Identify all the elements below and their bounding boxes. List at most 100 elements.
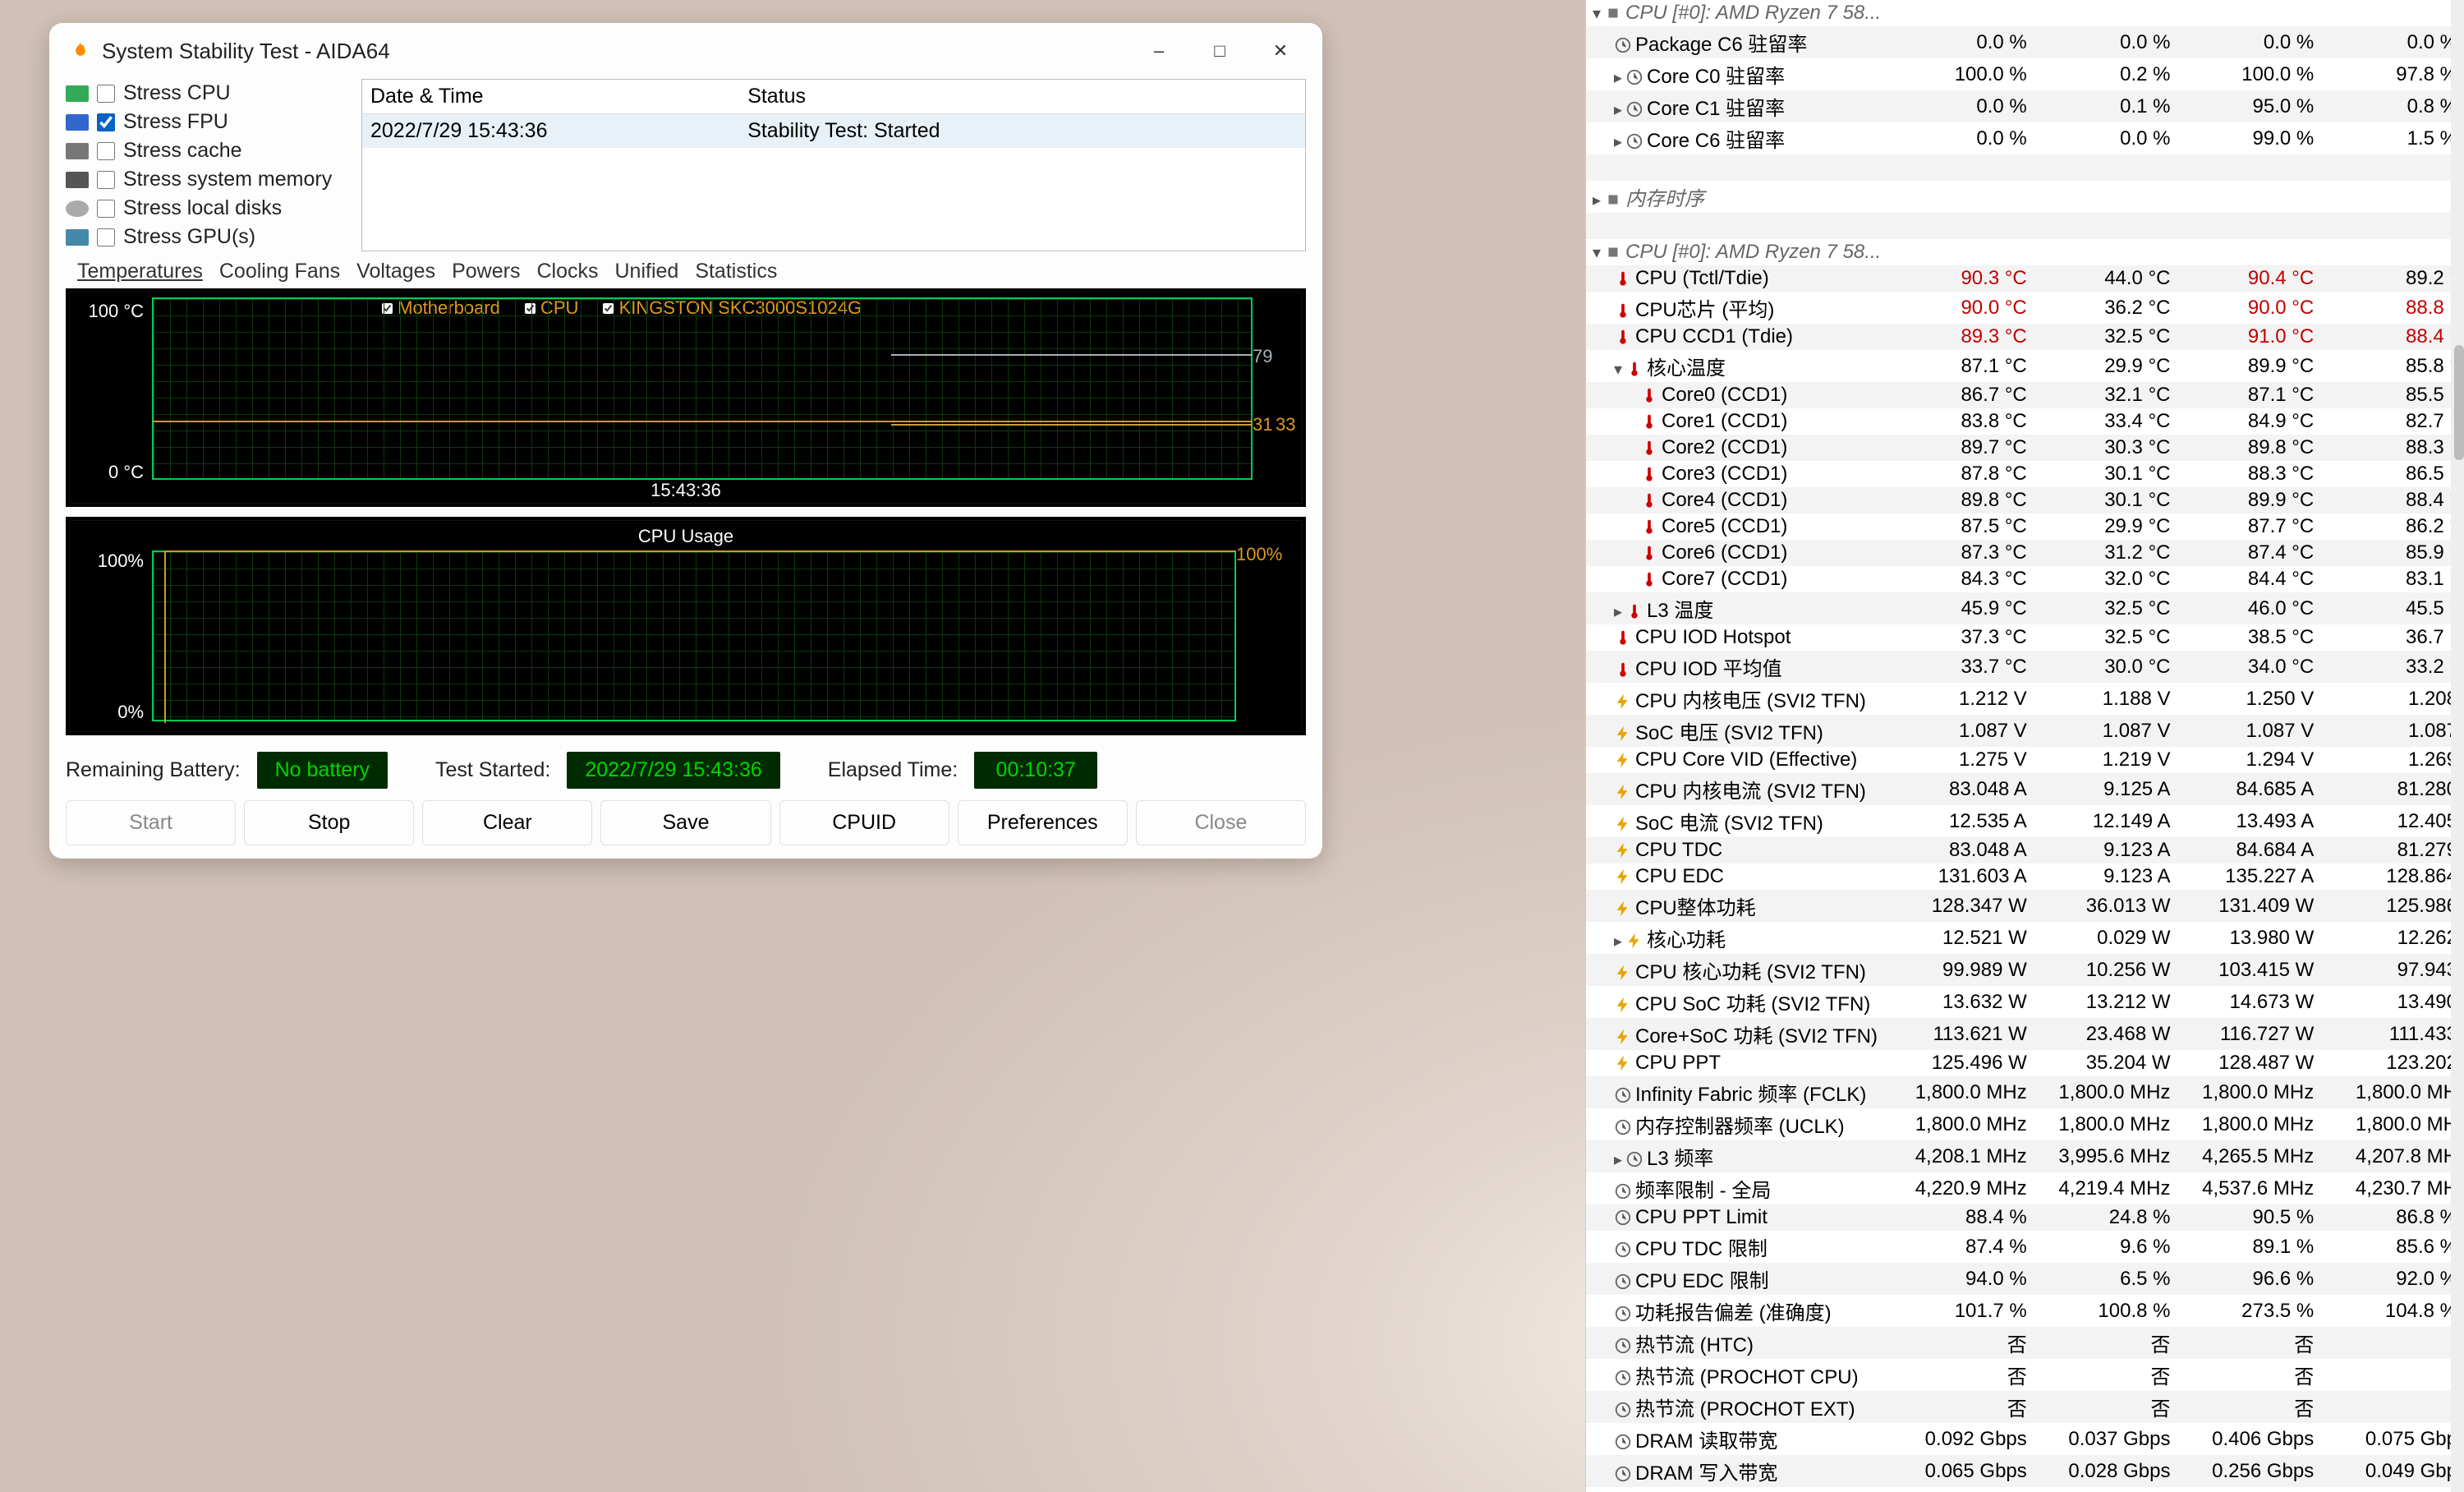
sensor-row[interactable]: CPU IOD 平均值33.7 °C30.0 °C34.0 °C33.2 ° [1586,651,2464,683]
temp-value-mb: 31 [1253,414,1272,435]
stress-fpu-checkbox[interactable] [97,113,115,131]
sensor-row[interactable]: Core5 (CCD1)87.5 °C29.9 °C87.7 °C86.2 ° [1586,513,2464,540]
sensor-row[interactable]: CPU 内核电压 (SVI2 TFN)1.212 V1.188 V1.250 V… [1586,683,2464,715]
sensor-group-header[interactable]: ▸内存时序 [1586,181,2464,213]
sensor-row[interactable]: CPU 内核电流 (SVI2 TFN)83.048 A9.125 A84.685… [1586,773,2464,805]
sensor-row[interactable]: ▸Core C0 驻留率100.0 %0.2 %100.0 %97.8 % [1586,58,2464,90]
stress-gpu-checkbox[interactable] [97,228,115,246]
sensor-group-header[interactable]: ▾CPU [#0]: AMD Ryzen 7 58... [1586,239,2464,265]
scrollbar-thumb[interactable] [2454,345,2464,460]
sensor-row[interactable]: CPU (Tctl/Tdie)90.3 °C44.0 °C90.4 °C89.2… [1586,265,2464,292]
clear-button[interactable]: Clear [422,800,592,845]
tab-voltages[interactable]: Voltages [356,260,435,283]
tab-clocks[interactable]: Clocks [536,260,598,283]
stress-cpu-row: Stress CPU [66,79,361,108]
stop-button[interactable]: Stop [244,800,414,845]
sensor-row[interactable]: DRAM 读取带宽0.092 Gbps0.037 Gbps0.406 Gbps0… [1586,1423,2464,1455]
log-cell-date: 2022/7/29 15:43:36 [362,114,739,149]
mb-temp-line [152,421,1253,422]
sensor-row[interactable]: CPU整体功耗128.347 W36.013 W131.409 W125.986 [1586,890,2464,922]
close-window-button[interactable]: ✕ [1258,36,1303,66]
sensor-row[interactable]: SoC 电流 (SVI2 TFN)12.535 A12.149 A13.493 … [1586,805,2464,837]
maximize-button[interactable]: □ [1198,36,1242,66]
cpu-usage-line [164,550,1236,552]
log-box[interactable]: Date & Time Status 2022/7/29 15:43:36 St… [361,79,1306,251]
cpuid-button[interactable]: CPUID [779,800,949,845]
sensor-row[interactable]: SoC 电压 (SVI2 TFN)1.087 V1.087 V1.087 V1.… [1586,715,2464,747]
sensor-row[interactable]: 内存控制器频率 (UCLK)1,800.0 MHz1,800.0 MHz1,80… [1586,1108,2464,1140]
tab-temperatures[interactable]: Temperatures [77,260,203,283]
scrollbar[interactable] [2451,0,2464,1492]
stress-disk-row: Stress local disks [66,194,361,223]
sensor-row[interactable]: Package C6 驻留率0.0 %0.0 %0.0 %0.0 % [1586,26,2464,58]
sensor-row[interactable]: ▸L3 温度45.9 °C32.5 °C46.0 °C45.5 ° [1586,592,2464,624]
sensor-row[interactable]: Core4 (CCD1)89.8 °C30.1 °C89.9 °C88.4 ° [1586,487,2464,513]
log-col-date[interactable]: Date & Time [362,80,739,114]
stress-disk-label: Stress local disks [123,196,282,220]
sensor-row[interactable]: 热节流 (HTC)否否否 [1586,1327,2464,1359]
sensor-row[interactable]: Core+SoC 功耗 (SVI2 TFN)113.621 W23.468 W1… [1586,1018,2464,1050]
sensor-row[interactable]: Infinity Fabric 频率 (FCLK)1,800.0 MHz1,80… [1586,1076,2464,1108]
sensor-row[interactable]: CPU IOD Hotspot37.3 °C32.5 °C38.5 °C36.7… [1586,624,2464,651]
sensor-row[interactable]: ▸L3 频率4,208.1 MHz3,995.6 MHz4,265.5 MHz4… [1586,1140,2464,1172]
cpu-icon [66,85,89,102]
sensor-row[interactable]: Core7 (CCD1)84.3 °C32.0 °C84.4 °C83.1 ° [1586,566,2464,592]
elapsed-value: 00:10:37 [974,752,1097,789]
hwinfo-panel: ▾CPU [#0]: AMD Ryzen 7 58...Package C6 驻… [1585,0,2464,1492]
cpu-axis-bot: 0% [117,702,144,723]
elapsed-label: Elapsed Time: [828,758,958,782]
stress-cache-checkbox[interactable] [97,142,115,160]
stress-mem-checkbox[interactable] [97,171,115,189]
log-cell-status: Stability Test: Started [739,114,1305,149]
sensor-row[interactable]: DRAM 写入带宽0.065 Gbps0.028 Gbps0.256 Gbps0… [1586,1455,2464,1487]
sensor-row[interactable]: ▸Core C6 驻留率0.0 %0.0 %99.0 %1.5 % [1586,122,2464,154]
sensor-row[interactable]: Core0 (CCD1)86.7 °C32.1 °C87.1 °C85.5 ° [1586,382,2464,408]
sensor-group-header[interactable]: ▾CPU [#0]: AMD Ryzen 7 58... [1586,0,2464,26]
stress-cache-row: Stress cache [66,136,361,165]
tab-cooling[interactable]: Cooling Fans [219,260,340,283]
stress-disk-checkbox[interactable] [97,200,115,218]
stress-fpu-row: Stress FPU [66,108,361,136]
sensor-row[interactable]: CPU TDC83.048 A9.123 A84.684 A81.279 [1586,837,2464,863]
sensor-row[interactable]: CPU SoC 功耗 (SVI2 TFN)13.632 W13.212 W14.… [1586,986,2464,1018]
sensor-row[interactable]: 功耗报告偏差 (准确度)101.7 %100.8 %273.5 %104.8 % [1586,1295,2464,1327]
sensor-row[interactable]: ▸核心功耗12.521 W0.029 W13.980 W12.262 [1586,922,2464,954]
sensor-row[interactable]: CPU CCD1 (Tdie)89.3 °C32.5 °C91.0 °C88.4… [1586,324,2464,350]
sensor-row[interactable]: CPU PPT125.496 W35.204 W128.487 W123.202 [1586,1050,2464,1076]
log-row[interactable]: 2022/7/29 15:43:36 Stability Test: Start… [362,114,1305,149]
cpu-temp-line [891,354,1253,356]
sensor-row[interactable]: Core1 (CCD1)83.8 °C33.4 °C84.9 °C82.7 ° [1586,408,2464,435]
sensor-row[interactable]: CPU Core VID (Effective)1.275 V1.219 V1.… [1586,747,2464,773]
sensor-row[interactable]: Core3 (CCD1)87.8 °C30.1 °C88.3 °C86.5 ° [1586,461,2464,487]
sensor-row[interactable]: CPU 核心功耗 (SVI2 TFN)99.989 W10.256 W103.4… [1586,954,2464,986]
status-bar: Remaining Battery: No battery Test Start… [66,745,1306,800]
stress-cpu-checkbox[interactable] [97,85,115,103]
cpu-axis-top: 100% [98,550,144,572]
sensor-row[interactable]: CPU芯片 (平均)90.0 °C36.2 °C90.0 °C88.8 ° [1586,292,2464,324]
sensor-row[interactable]: CPU PPT Limit88.4 %24.8 %90.5 %86.8 % [1586,1204,2464,1231]
sensor-row[interactable]: ▸Core C1 驻留率0.0 %0.1 %95.0 %0.8 % [1586,90,2464,122]
preferences-button[interactable]: Preferences [958,800,1128,845]
sensor-row[interactable]: Core2 (CCD1)89.7 °C30.3 °C89.8 °C88.3 ° [1586,435,2464,461]
tab-unified[interactable]: Unified [614,260,678,283]
close-button[interactable]: Close [1136,800,1306,845]
start-button[interactable]: Start [66,800,236,845]
minimize-button[interactable]: – [1137,36,1181,66]
log-col-status[interactable]: Status [739,80,1305,114]
aida-window: System Stability Test - AIDA64 – □ ✕ Str… [49,23,1322,859]
sensor-row[interactable]: 平均活动核心数8.00.48.07. [1586,1487,2464,1492]
gpu-icon [66,229,89,246]
sensor-row[interactable]: Core6 (CCD1)87.3 °C31.2 °C87.4 °C85.9 ° [1586,540,2464,566]
sensor-row[interactable]: CPU TDC 限制87.4 %9.6 %89.1 %85.6 % [1586,1231,2464,1263]
sensor-row[interactable]: 热节流 (PROCHOT CPU)否否否 [1586,1359,2464,1391]
tab-statistics[interactable]: Statistics [695,260,777,283]
sensor-row[interactable]: CPU EDC 限制94.0 %6.5 %96.6 %92.0 % [1586,1263,2464,1295]
sensor-row[interactable]: 频率限制 - 全局4,220.9 MHz4,219.4 MHz4,537.6 M… [1586,1172,2464,1204]
save-button[interactable]: Save [600,800,770,845]
sensor-row[interactable]: ▾核心温度87.1 °C29.9 °C89.9 °C85.8 ° [1586,350,2464,382]
title-bar[interactable]: System Stability Test - AIDA64 – □ ✕ [49,23,1322,72]
sensor-row[interactable]: CPU EDC131.603 A9.123 A135.227 A128.864 [1586,863,2464,890]
tab-powers[interactable]: Powers [452,260,520,283]
sensor-row[interactable]: 热节流 (PROCHOT EXT)否否否 [1586,1391,2464,1423]
temp-value-cpu: 79 [1253,346,1272,367]
